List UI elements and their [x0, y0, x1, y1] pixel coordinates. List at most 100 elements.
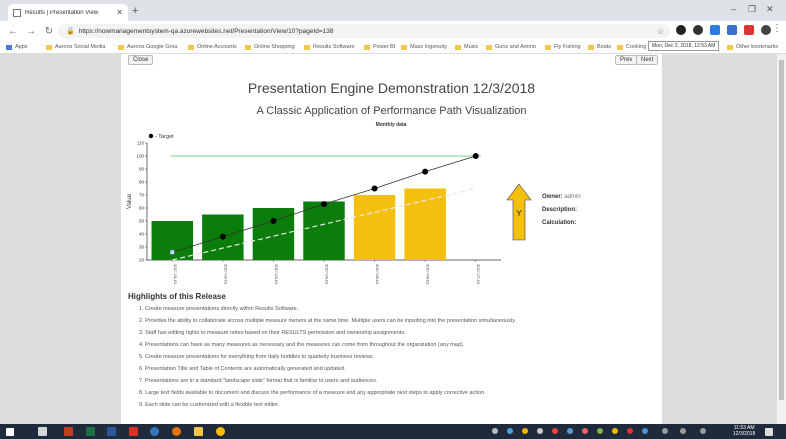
page-scrollbar[interactable] — [777, 54, 786, 424]
target-point — [219, 233, 226, 240]
tray-icon[interactable] — [612, 428, 618, 434]
bookmark-item[interactable]: Aarons Google Grou — [118, 44, 177, 50]
bookmark-item[interactable]: Mass Ingenuity — [401, 44, 447, 50]
target-point — [472, 153, 479, 159]
taskbar-clock[interactable]: 11:53 AM 12/3/2018 — [733, 425, 755, 437]
tray-icon[interactable] — [567, 428, 573, 434]
tray-icon[interactable] — [492, 428, 498, 434]
chrome-icon[interactable] — [216, 427, 225, 436]
highlights-title: Highlights of this Release — [128, 292, 226, 301]
minimize-icon[interactable]: – — [731, 4, 736, 14]
tab-favicon-icon — [13, 8, 21, 17]
volume-icon[interactable] — [680, 428, 686, 434]
list-item: 1. Create measure presentations directly… — [139, 306, 299, 312]
owner-label: Owner: — [542, 194, 563, 200]
new-tab-icon[interactable]: + — [132, 5, 138, 17]
network-icon[interactable] — [662, 428, 668, 434]
windows-start-icon[interactable] — [6, 428, 14, 436]
y-tick-label: 100 — [136, 154, 144, 159]
target-point — [371, 185, 378, 192]
edge-icon[interactable] — [150, 427, 159, 436]
list-item: 9. Each slide can be customized with a f… — [139, 402, 280, 408]
list-item: 4. Presentations can have as many measur… — [139, 342, 465, 348]
address-url: https://nowmanagementsystem-qa.azurewebs… — [78, 27, 334, 35]
target-point — [321, 201, 327, 208]
firefox-icon[interactable] — [172, 427, 181, 436]
powerpoint-icon[interactable] — [64, 427, 73, 436]
tray-icon[interactable] — [627, 428, 633, 434]
menu-icon[interactable]: ⋮ — [772, 23, 782, 34]
tray-icon[interactable] — [507, 428, 513, 434]
notifications-icon[interactable] — [765, 428, 773, 436]
target-point — [170, 249, 175, 255]
list-item: 5. Create measure presentations for ever… — [139, 354, 375, 360]
extension-icon[interactable] — [744, 25, 754, 35]
acrobat-icon[interactable] — [129, 427, 138, 436]
y-tick-label: 90 — [139, 167, 145, 172]
description-label: Description: — [542, 207, 578, 213]
bookmark-item[interactable]: Guns and Ammo — [486, 44, 536, 50]
legend-label: - Target — [155, 134, 174, 140]
calculation-label: Calculation: — [542, 220, 577, 226]
tray-icon[interactable] — [522, 428, 528, 434]
list-item: 6. Presentation Title and Table of Conte… — [139, 366, 346, 372]
chart-bar — [404, 188, 446, 260]
target-point — [422, 168, 429, 175]
extension-icon[interactable] — [676, 25, 686, 35]
chart-title: Monthly data — [376, 122, 407, 128]
back-icon[interactable]: ← — [8, 26, 18, 37]
chart-bar — [303, 201, 345, 260]
bookmark-item[interactable]: Boats — [588, 44, 611, 50]
file-explorer-icon[interactable] — [194, 427, 203, 436]
tray-icon[interactable] — [537, 428, 543, 434]
extension-icons — [676, 25, 771, 35]
bookmark-item[interactable]: Cooking — [617, 44, 646, 50]
bookmark-star-icon[interactable]: ☆ — [657, 27, 664, 36]
y-tick-label: 20 — [139, 258, 145, 263]
list-item: 3. Staff has editing rights to measure n… — [139, 330, 406, 336]
extension-icon[interactable] — [710, 25, 720, 35]
bookmark-item[interactable]: Online Accounts — [188, 44, 237, 50]
scroll-thumb[interactable] — [779, 60, 784, 400]
bookmark-item[interactable]: Results Software — [304, 44, 355, 50]
arrow-letter: Y — [516, 209, 522, 218]
task-view-icon[interactable] — [38, 427, 47, 436]
address-bar[interactable]: 🔒 https://nowmanagementsystem-qa.azurewe… — [58, 24, 670, 38]
excel-icon[interactable] — [86, 427, 95, 436]
profile-avatar[interactable] — [761, 25, 771, 35]
bookmark-item[interactable]: Online Shopping — [245, 44, 295, 50]
tab-close-icon[interactable]: ✕ — [116, 8, 123, 17]
tab-title: Results | Presentation View — [25, 9, 99, 16]
other-bookmarks[interactable]: Other bookmarks — [727, 44, 778, 50]
y-tick-label: 40 — [139, 232, 145, 237]
tray-icon[interactable] — [642, 428, 648, 434]
tray-icon[interactable] — [582, 428, 588, 434]
target-point — [270, 218, 277, 224]
word-icon[interactable] — [107, 427, 116, 436]
y-tick-label: 70 — [139, 193, 145, 198]
tray-icon[interactable] — [552, 428, 558, 434]
x-tick-label: 2017-05-01 — [375, 264, 380, 285]
forward-icon[interactable]: → — [26, 26, 36, 37]
window-close-icon[interactable]: ✕ — [766, 4, 774, 15]
bookmark-item[interactable]: Power BI — [364, 44, 395, 50]
bookmark-item[interactable]: Aarons Social Media — [46, 44, 105, 50]
tray-icon[interactable] — [597, 428, 603, 434]
language-icon[interactable] — [700, 428, 706, 434]
list-item: 2. Provides the ability to collaborate a… — [139, 318, 517, 324]
owner-row: Owner: admin — [542, 194, 581, 200]
x-tick-label: 2017-01-01 — [173, 264, 178, 285]
maximize-icon[interactable]: ❐ — [748, 4, 756, 15]
x-tick-label: 2017-03-01 — [274, 264, 279, 285]
highlights-list: 1. Create measure presentations directly… — [139, 306, 516, 414]
extension-icon[interactable] — [693, 25, 703, 35]
browser-tab[interactable]: Results | Presentation View ✕ — [8, 4, 128, 21]
bookmark-item[interactable]: Music — [455, 44, 478, 50]
y-axis-label: Value — [127, 193, 133, 209]
extension-icon[interactable] — [727, 25, 737, 35]
bookmark-item[interactable]: Fly Fishing — [545, 44, 581, 50]
chart-bar — [353, 195, 396, 260]
bookmark-apps[interactable]: Apps — [6, 44, 28, 50]
reload-icon[interactable]: ↻ — [44, 26, 54, 37]
y-tick-label: 110 — [137, 141, 145, 146]
